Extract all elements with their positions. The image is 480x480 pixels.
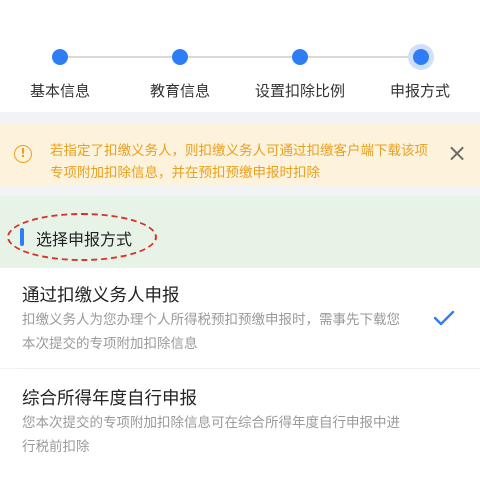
step-progress: 基本信息 教育信息 设置扣除比例 申报方式 [0,0,480,112]
step-connector [60,56,180,58]
notice-text: 若指定了扣缴义务人，则扣缴义务人可通过扣缴客户端下载该项专项附加扣除信息，并在预… [50,143,428,181]
close-icon[interactable]: × [445,141,469,166]
step-dot-education-info[interactable] [172,49,188,65]
step-dot-deduction-ratio[interactable] [292,49,308,65]
option-description: 您本次提交的专项附加扣除信息可在综合所得年度自行申报中进行税前扣除 [22,415,400,455]
step-label-education-info: 教育信息 [149,82,210,100]
option-withholding-agent[interactable]: 通过扣缴义务人申报 扣缴义务人为您办理个人所得税预扣预缴申报时，需事先下载您本次… [0,268,480,368]
check-icon [433,310,455,326]
step-label-filing-method: 申报方式 [389,82,450,100]
red-circle-annotation [7,213,157,261]
option-description: 扣缴义务人为您办理个人所得税预扣预缴申报时，需事先下载您本次提交的专项附加扣除信… [22,312,400,352]
step-connector [300,56,420,58]
step-label-basic-info: 基本信息 [29,82,90,100]
option-annual-self-filing[interactable]: 综合所得年度自行申报 您本次提交的专项附加扣除信息可在综合所得年度自行申报中进行… [0,369,480,480]
step-dot-filing-method[interactable] [413,49,429,65]
option-title: 通过扣缴义务人申报 [22,286,180,306]
step-label-deduction-ratio: 设置扣除比例 [254,82,345,100]
info-circle-icon: ! [14,145,32,163]
step-connector [180,56,300,58]
option-title: 综合所得年度自行申报 [22,389,197,409]
step-dot-basic-info[interactable] [52,49,68,65]
